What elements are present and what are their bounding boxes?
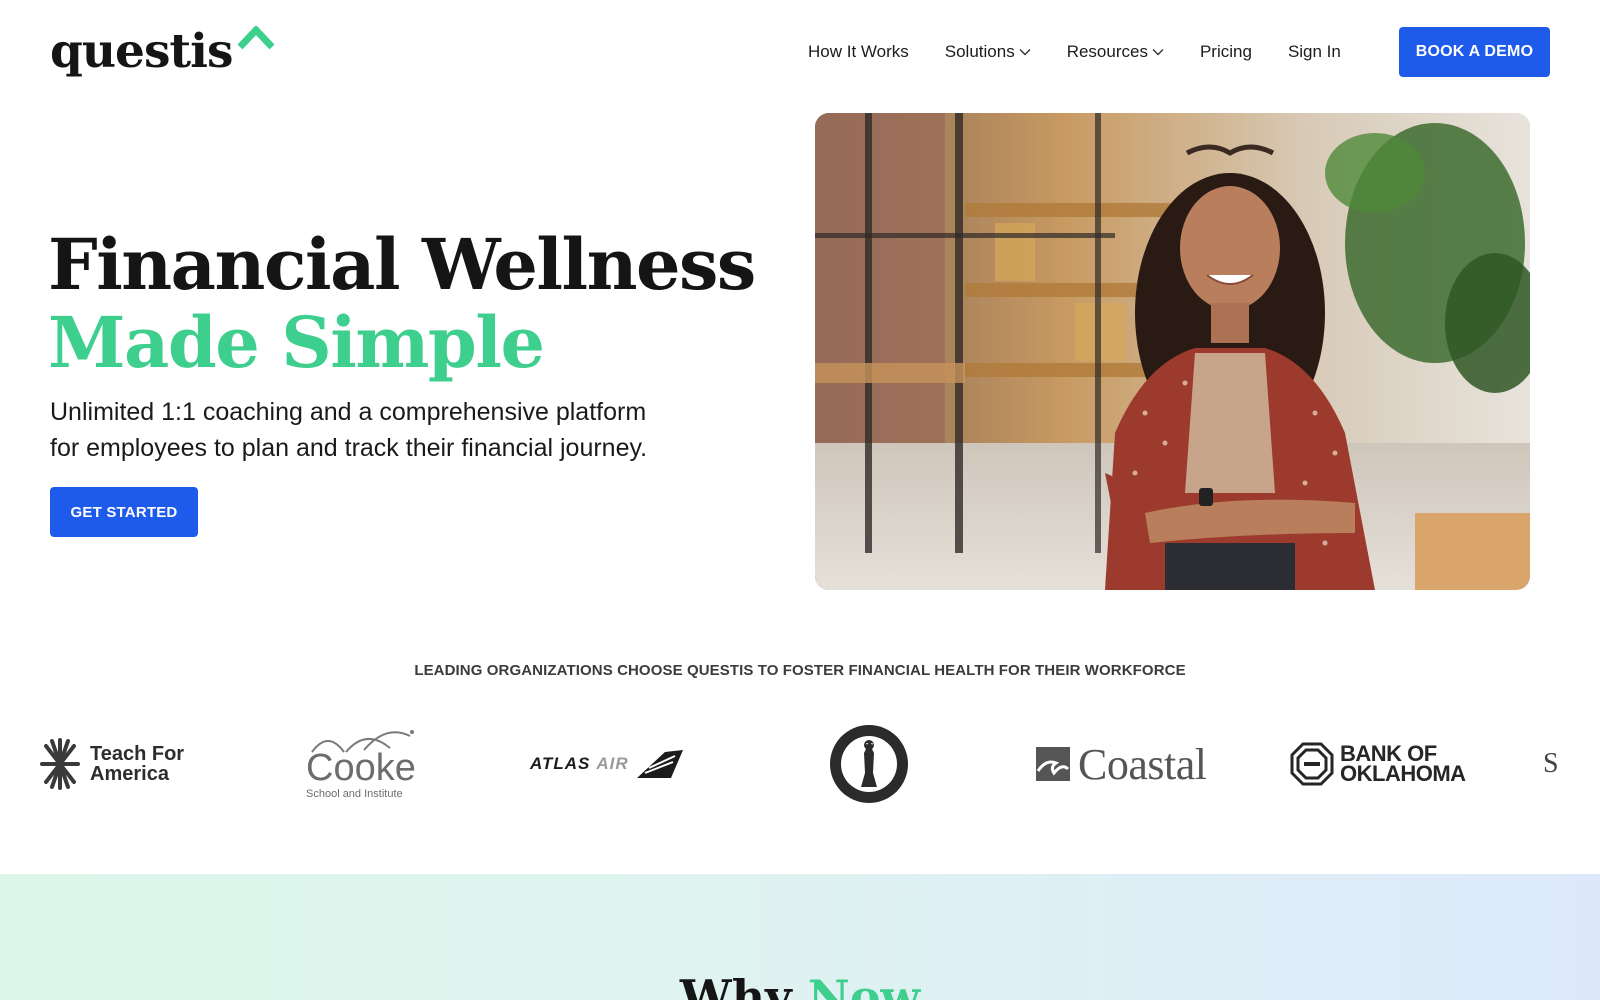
starburst-icon — [40, 738, 80, 790]
why-now-section: Why Now — [0, 874, 1600, 1000]
tail-fin-icon — [636, 750, 683, 778]
nav-sign-in[interactable]: Sign In — [1288, 42, 1341, 62]
nav-label: Resources — [1066, 42, 1148, 61]
hero-subtitle-line2: for employees to plan and track their fi… — [50, 434, 648, 462]
hero-subtitle: Unlimited 1:1 coaching and a comprehensi… — [50, 394, 750, 466]
clients-heading: LEADING ORGANIZATIONS CHOOSE QUESTIS TO … — [414, 662, 1186, 679]
nav-label: Solutions — [944, 42, 1015, 61]
allied-seal-icon — [830, 725, 908, 803]
nav-solutions[interactable]: Solutions — [945, 42, 1031, 62]
hero-title-line1: Financial Wellness — [48, 223, 756, 306]
hero-photo-illustration — [815, 113, 1530, 590]
cooke-logo: Cooke School and Institute — [306, 718, 416, 810]
hero-photo — [815, 113, 1530, 590]
client-logos: Teach For America Cooke School and Insti… — [0, 718, 1600, 810]
book-demo-button[interactable]: BOOK A DEMO — [1399, 27, 1550, 77]
bank-of-oklahoma-logo: BANK OF OKLAHOMA — [1290, 718, 1466, 810]
atlas-air-logo: ATLAS AIR — [530, 718, 685, 810]
questis-logo[interactable]: questis — [50, 22, 275, 82]
hero-title-line2: Made Simple — [48, 301, 545, 384]
tfa-line1: Teach For — [90, 743, 185, 765]
nav-how-it-works[interactable]: How It Works — [808, 42, 909, 62]
atlas-word: ATLAS — [530, 754, 591, 773]
air-word: AIR — [596, 754, 629, 773]
hero-title: Financial Wellness Made Simple — [48, 223, 756, 384]
nav-label: Pricing — [1199, 42, 1252, 61]
coastal-logo: Coastal — [1036, 718, 1207, 810]
nav-resources[interactable]: Resources — [1067, 42, 1164, 62]
wave-icon — [1036, 747, 1070, 781]
caret-up-icon — [238, 26, 275, 50]
teach-for-america-logo: Teach For America — [38, 718, 184, 810]
chevron-down-icon — [1152, 49, 1164, 56]
nav-label: Sign In — [1287, 42, 1341, 61]
now-word: Now — [807, 970, 921, 1000]
site-header: questis How It Works Solutions Resources… — [0, 0, 1600, 104]
partial-logo: S — [1543, 748, 1559, 779]
octagon-icon — [1290, 742, 1334, 786]
why-word: Why — [679, 970, 792, 1000]
cooke-subtitle: School and Institute — [306, 788, 403, 800]
nav-label: How It Works — [808, 42, 909, 61]
allied-beverage-group-logo — [828, 718, 910, 810]
hero-subtitle-line1: Unlimited 1:1 coaching and a comprehensi… — [50, 398, 647, 426]
chevron-down-icon — [1019, 49, 1031, 56]
tfa-line2: America — [90, 763, 169, 785]
tfa-wordmark: Teach For America — [90, 744, 184, 784]
nav-pricing[interactable]: Pricing — [1200, 42, 1252, 62]
bok-wordmark: BANK OF OKLAHOMA — [1340, 743, 1466, 786]
cooke-wordmark: Cooke — [306, 747, 416, 789]
atlas-air-wordmark: ATLAS AIR — [530, 754, 629, 774]
bok-line2: OKLAHOMA — [1340, 761, 1466, 786]
logo-wordmark: questis — [50, 24, 233, 79]
coastal-wordmark: Coastal — [1078, 739, 1207, 789]
main-nav: How It Works Solutions Resources Pricing… — [808, 38, 1341, 66]
why-now-title: Why Now — [0, 970, 1600, 1000]
get-started-button[interactable]: GET STARTED — [50, 487, 198, 537]
